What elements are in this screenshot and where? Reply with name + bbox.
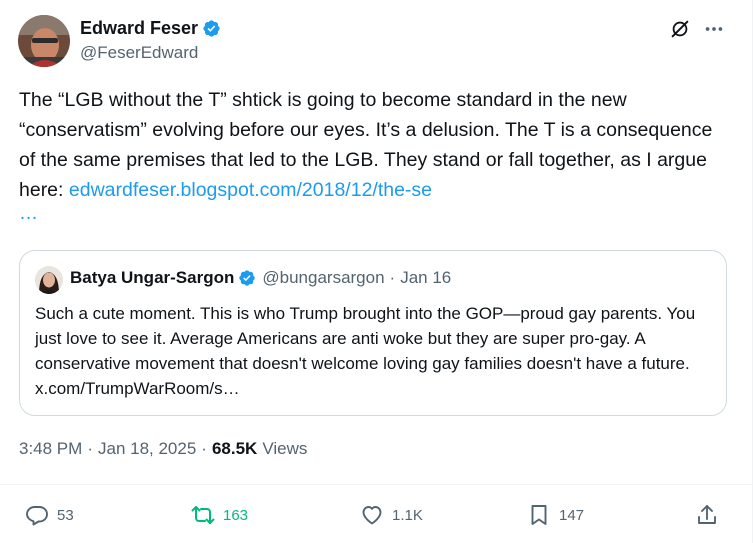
share-button[interactable] — [695, 502, 719, 528]
reply-bubble-icon — [26, 506, 48, 526]
views-label: Views — [262, 439, 308, 458]
quoted-tweet[interactable]: Batya Ungar-Sargon @bungarsargon · Jan 1… — [19, 250, 727, 416]
bookmark-count: 147 — [559, 506, 585, 524]
quote-separator: · — [389, 268, 396, 287]
bookmark-button[interactable]: 147 — [527, 502, 584, 528]
quote-author-handle: @bungarsargon — [262, 268, 385, 287]
more-dots-icon[interactable] — [703, 18, 725, 40]
repost-arrows-icon — [191, 506, 215, 524]
like-button[interactable]: 1.1K — [360, 502, 423, 528]
bookmark-icon — [531, 505, 547, 525]
verified-badge-icon — [238, 269, 256, 287]
repost-button[interactable]: 163 — [191, 502, 248, 528]
quote-text: Such a cute moment. This is who Trump br… — [35, 304, 696, 398]
grok-icon[interactable] — [669, 18, 691, 40]
quote-author-avatar — [35, 266, 63, 294]
author-handle[interactable]: @FeserEdward — [80, 43, 221, 63]
meta-separator-2: · — [201, 439, 207, 458]
action-divider — [0, 484, 753, 485]
repost-count: 163 — [223, 506, 249, 524]
tweet-link-ellipsis[interactable]: … — [19, 203, 38, 225]
tweet-date[interactable]: Jan 18, 2025 — [98, 439, 196, 459]
meta-separator: · — [87, 439, 93, 458]
reply-count: 53 — [57, 506, 74, 524]
tweet-text: The “LGB without the T” shtick is going … — [19, 85, 731, 205]
quote-author-name: Batya Ungar-Sargon — [70, 268, 235, 287]
tweet-time[interactable]: 3:48 PM — [19, 439, 82, 459]
tweet-link[interactable]: edwardfeser.blogspot.com/2018/12/the-se — [69, 179, 432, 201]
views-count: 68.5K — [211, 439, 258, 458]
tweet-meta: 3:48 PM · Jan 18, 2025 · 68.5K Views — [19, 439, 307, 459]
tweet-card: Edward Feser @FeserEdward The “LGB witho… — [0, 0, 753, 543]
author-name[interactable]: Edward Feser — [80, 18, 198, 39]
quote-date: Jan 16 — [400, 268, 452, 287]
quote-header: Batya Ungar-Sargon @bungarsargon · Jan 1… — [70, 268, 451, 288]
author-info: Edward Feser @FeserEdward — [80, 17, 221, 63]
reply-button[interactable]: 53 — [25, 502, 74, 528]
heart-icon — [362, 506, 382, 525]
like-count: 1.1K — [392, 506, 423, 524]
author-name-row: Edward Feser — [80, 17, 221, 39]
author-avatar[interactable] — [18, 15, 70, 67]
verified-badge-icon[interactable] — [202, 19, 221, 38]
share-upload-icon — [698, 505, 716, 524]
